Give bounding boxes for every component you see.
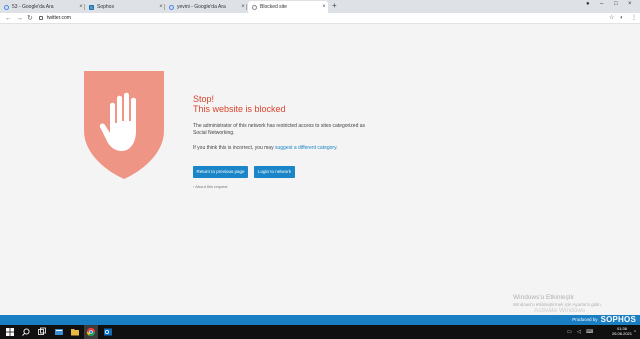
blocked-site-icon xyxy=(252,4,257,10)
return-to-previous-page-button[interactable]: Return to previous page xyxy=(193,166,248,178)
forward-arrow-icon[interactable]: → xyxy=(16,14,23,23)
task-view-icon[interactable] xyxy=(37,327,47,337)
login-to-network-button[interactable]: Login to network xyxy=(254,166,295,178)
google-icon xyxy=(4,4,9,10)
tab-title: Blocked site xyxy=(260,4,287,10)
lock-icon xyxy=(39,16,43,20)
watermark-title-en: Activate Windows xyxy=(534,307,586,314)
watermark-title: Windows'u Etkinleştir xyxy=(513,294,575,301)
maximize-icon[interactable]: □ xyxy=(614,1,618,7)
suggest-category-link[interactable]: suggest a different category xyxy=(275,145,336,151)
taskbar-clock[interactable]: 01:36 26.06.2021 xyxy=(612,326,632,336)
incorrect-notice: If you think this is incorrect, you may … xyxy=(193,145,368,152)
address-bar[interactable]: twitter.com xyxy=(47,15,71,22)
clock-date: 26.06.2021 xyxy=(611,331,632,336)
outlook-icon[interactable] xyxy=(103,327,113,337)
menu-icon[interactable]: ⋮ xyxy=(631,14,637,23)
minimize-icon[interactable]: – xyxy=(600,1,603,7)
new-tab-button[interactable]: + xyxy=(332,1,337,10)
tab-strip: 53 - Google'da Ara × S Sophos × yevini -… xyxy=(0,0,640,13)
sophos-footer: Produced by SOPHOS xyxy=(0,315,640,325)
tab-google-search-1[interactable]: 53 - Google'da Ara × xyxy=(0,1,85,13)
close-tab-icon[interactable]: × xyxy=(77,4,85,10)
produced-by-label: Produced by xyxy=(572,317,598,322)
close-tab-icon[interactable]: × xyxy=(157,4,165,10)
close-tab-icon[interactable]: × xyxy=(320,4,328,10)
tab-sophos[interactable]: S Sophos × xyxy=(85,1,165,13)
tab-title: Sophos xyxy=(97,4,114,10)
about-request-link[interactable]: › About this request xyxy=(193,184,227,189)
tab-blocked-site[interactable]: Blocked site × xyxy=(248,1,328,13)
back-arrow-icon[interactable]: ← xyxy=(5,14,12,23)
close-tab-icon[interactable]: × xyxy=(239,4,247,10)
sophos-logo: SOPHOS xyxy=(600,315,636,324)
blocked-shield-icon xyxy=(84,71,164,179)
tab-title: yevini - Google'da Ara xyxy=(177,4,226,10)
produced-by: Produced by SOPHOS xyxy=(572,316,636,324)
windows-start-icon[interactable] xyxy=(5,327,15,337)
file-explorer-icon[interactable] xyxy=(70,327,80,337)
windows-taskbar: ▭ ◁ ⌨ 01:36 26.06.2021 ▫ xyxy=(0,325,640,339)
server-manager-icon[interactable] xyxy=(54,327,64,337)
tab-google-search-2[interactable]: yevini - Google'da Ara × xyxy=(165,1,247,13)
network-icon[interactable]: ▭ xyxy=(567,328,572,336)
volume-icon[interactable]: ◁ xyxy=(577,328,581,336)
sophos-icon: S xyxy=(89,4,94,10)
chrome-icon[interactable] xyxy=(86,327,96,337)
block-description: The administrator of this network has re… xyxy=(193,123,366,136)
language-icon[interactable]: ⌨ xyxy=(586,328,593,336)
tab-title: 53 - Google'da Ara xyxy=(12,4,54,10)
google-icon xyxy=(169,4,174,10)
reload-icon[interactable]: ↻ xyxy=(27,14,33,23)
incorrect-suffix: . xyxy=(336,145,338,151)
page-title: This website is blocked xyxy=(193,104,286,114)
about-request-label: About this request xyxy=(195,184,228,189)
notifications-icon[interactable]: ▫ xyxy=(634,328,636,336)
stop-heading: Stop! xyxy=(193,94,215,104)
star-icon[interactable]: ☆ xyxy=(609,14,614,23)
search-icon[interactable] xyxy=(21,327,31,337)
browser-toolbar: ← → ↻ twitter.com ☆ ◐ ⋮ xyxy=(0,13,640,24)
account-icon[interactable]: ● xyxy=(586,1,590,7)
close-window-icon[interactable]: × xyxy=(628,1,632,7)
activate-windows-watermark-tr: Windows'u Etkinleştir Windows'u etkinleş… xyxy=(513,294,602,307)
profile-icon[interactable]: ◐ xyxy=(620,14,624,23)
incorrect-prefix: If you think this is incorrect, you may xyxy=(193,145,275,151)
